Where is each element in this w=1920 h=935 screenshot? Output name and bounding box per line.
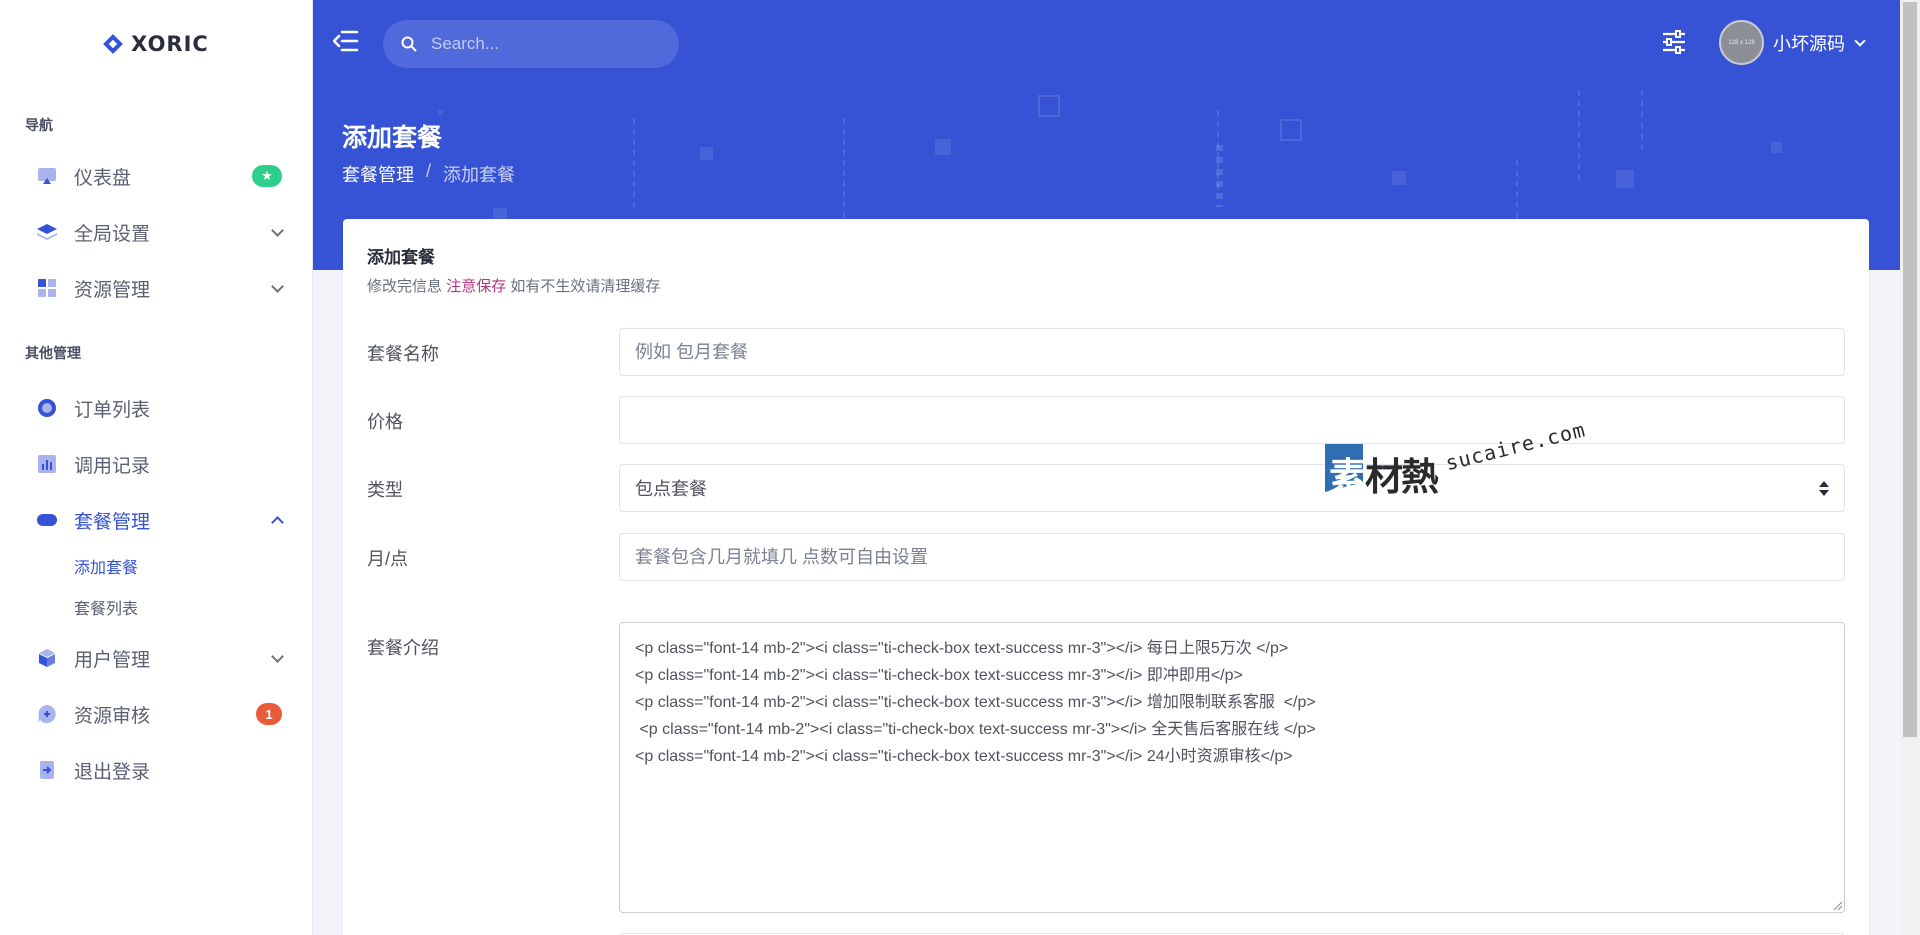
search-input[interactable] xyxy=(431,34,651,54)
sidebar-item-label: 仪表盘 xyxy=(74,167,132,189)
notification-badge: 1 xyxy=(256,703,282,725)
decor-line xyxy=(633,118,635,208)
logo[interactable]: XORIC xyxy=(0,0,312,88)
decor-square xyxy=(1392,171,1406,185)
breadcrumb-separator: / xyxy=(426,161,432,181)
avatar: 128 x 128 xyxy=(1719,20,1764,65)
subtitle-highlight: 注意保存 xyxy=(446,278,507,295)
breadcrumb: 套餐管理 / 添加套餐 xyxy=(342,161,515,187)
decor-line xyxy=(843,118,845,218)
amount-input[interactable] xyxy=(619,533,1845,581)
logout-icon xyxy=(36,759,58,781)
sidebar-item-resource-review[interactable]: 资源审核 1 xyxy=(0,686,312,742)
breadcrumb-current: 添加套餐 xyxy=(443,165,516,185)
sidebar-item-users[interactable]: 用户管理 xyxy=(0,630,312,686)
intro-textarea[interactable]: <p class="font-14 mb-2"><i class="ti-che… xyxy=(619,622,1845,913)
decor-square xyxy=(438,110,443,115)
dashboard-icon xyxy=(36,165,58,187)
decor-square xyxy=(700,147,713,160)
decor-dots xyxy=(1216,145,1223,207)
sidebar-item-label: 用户管理 xyxy=(74,649,151,671)
search-box[interactable] xyxy=(383,20,679,68)
sidebar-item-packages[interactable]: 套餐管理 xyxy=(0,492,312,548)
sidebar-subitem-add-package[interactable]: 添加套餐 xyxy=(0,548,312,589)
card-title: 添加套餐 xyxy=(367,248,435,267)
type-select-value: 包点套餐 xyxy=(635,479,707,499)
chevron-down-icon xyxy=(271,223,284,237)
price-label: 价格 xyxy=(367,412,403,432)
select-arrows-icon xyxy=(1819,480,1829,496)
decor-square xyxy=(1038,95,1060,117)
logo-mark-icon xyxy=(103,34,123,54)
search-icon xyxy=(401,36,417,52)
user-name: 小坏源码 xyxy=(1773,33,1845,54)
sidebar-item-call-log[interactable]: 调用记录 xyxy=(0,436,312,492)
sidebar: XORIC 导航 仪表盘 ★ 全局设置 资源管理 其他管理 订单列表 调用记录 … xyxy=(0,0,313,935)
page-scrollbar[interactable] xyxy=(1900,0,1920,935)
nav-section-title: 其他管理 xyxy=(25,345,81,361)
sidebar-item-label: 资源审核 xyxy=(74,705,151,727)
subtitle-text: 如有不生效请清理缓存 xyxy=(510,278,661,295)
chevron-down-icon xyxy=(271,649,284,663)
menu-collapse-icon xyxy=(332,30,359,52)
watermark-logo: 素材熱 sucaire.com xyxy=(1325,417,1588,510)
logo-text: XORIC xyxy=(131,32,209,56)
chevron-down-icon xyxy=(1854,34,1866,47)
grid-icon xyxy=(36,277,58,299)
type-select[interactable]: 包点套餐 xyxy=(619,464,1845,512)
sidebar-item-dashboard[interactable]: 仪表盘 ★ xyxy=(0,148,312,204)
decor-square xyxy=(1616,170,1634,188)
settings-button[interactable] xyxy=(1661,30,1689,56)
chat-icon xyxy=(36,703,58,725)
sidebar-item-label: 套餐管理 xyxy=(74,511,151,533)
scrollbar-thumb[interactable] xyxy=(1903,2,1917,737)
subtitle-text: 修改完信息 xyxy=(367,278,443,295)
menu-toggle-button[interactable] xyxy=(332,30,359,54)
sidebar-item-label: 订单列表 xyxy=(74,399,151,421)
breadcrumb-link[interactable]: 套餐管理 xyxy=(342,161,414,187)
cube-icon xyxy=(36,647,58,669)
package-name-input[interactable] xyxy=(619,328,1845,376)
sidebar-item-logout[interactable]: 退出登录 xyxy=(0,742,312,798)
decor-square xyxy=(1280,119,1302,141)
form-card: 添加套餐 修改完信息 注意保存 如有不生效请清理缓存 套餐名称 价格 类型 包点… xyxy=(343,219,1869,935)
price-input[interactable] xyxy=(619,396,1845,444)
sidebar-item-orders[interactable]: 订单列表 xyxy=(0,380,312,436)
resize-handle-icon[interactable] xyxy=(1833,901,1843,911)
package-name-label: 套餐名称 xyxy=(367,344,439,364)
layers-icon xyxy=(36,221,58,243)
watermark-text: 素材熱 xyxy=(1329,455,1439,499)
decor-square xyxy=(1771,142,1782,153)
sidebar-item-label: 退出登录 xyxy=(74,761,151,783)
star-badge: ★ xyxy=(252,165,282,187)
decor-line xyxy=(1578,90,1580,180)
sidebar-item-label: 资源管理 xyxy=(74,279,151,301)
intro-label: 套餐介绍 xyxy=(367,638,439,658)
bar-chart-icon xyxy=(36,453,58,475)
circle-icon xyxy=(36,397,58,419)
sidebar-item-resources[interactable]: 资源管理 xyxy=(0,260,312,316)
sidebar-subitem-package-list[interactable]: 套餐列表 xyxy=(0,589,312,630)
sidebar-item-label: 全局设置 xyxy=(74,223,151,245)
pill-icon xyxy=(36,509,58,531)
decor-line xyxy=(1641,90,1643,150)
chevron-down-icon xyxy=(271,279,284,293)
page-title: 添加套餐 xyxy=(342,124,443,152)
card-subtitle: 修改完信息 注意保存 如有不生效请清理缓存 xyxy=(367,275,660,296)
sidebar-item-global-settings[interactable]: 全局设置 xyxy=(0,204,312,260)
user-menu[interactable]: 128 x 128 小坏源码 xyxy=(1719,20,1866,65)
type-label: 类型 xyxy=(367,480,403,500)
decor-square xyxy=(935,139,951,155)
chevron-up-icon xyxy=(271,515,284,529)
nav-section-title: 导航 xyxy=(25,117,53,133)
amount-label: 月/点 xyxy=(367,549,409,569)
sliders-icon xyxy=(1663,30,1685,54)
sidebar-item-label: 调用记录 xyxy=(74,455,151,477)
